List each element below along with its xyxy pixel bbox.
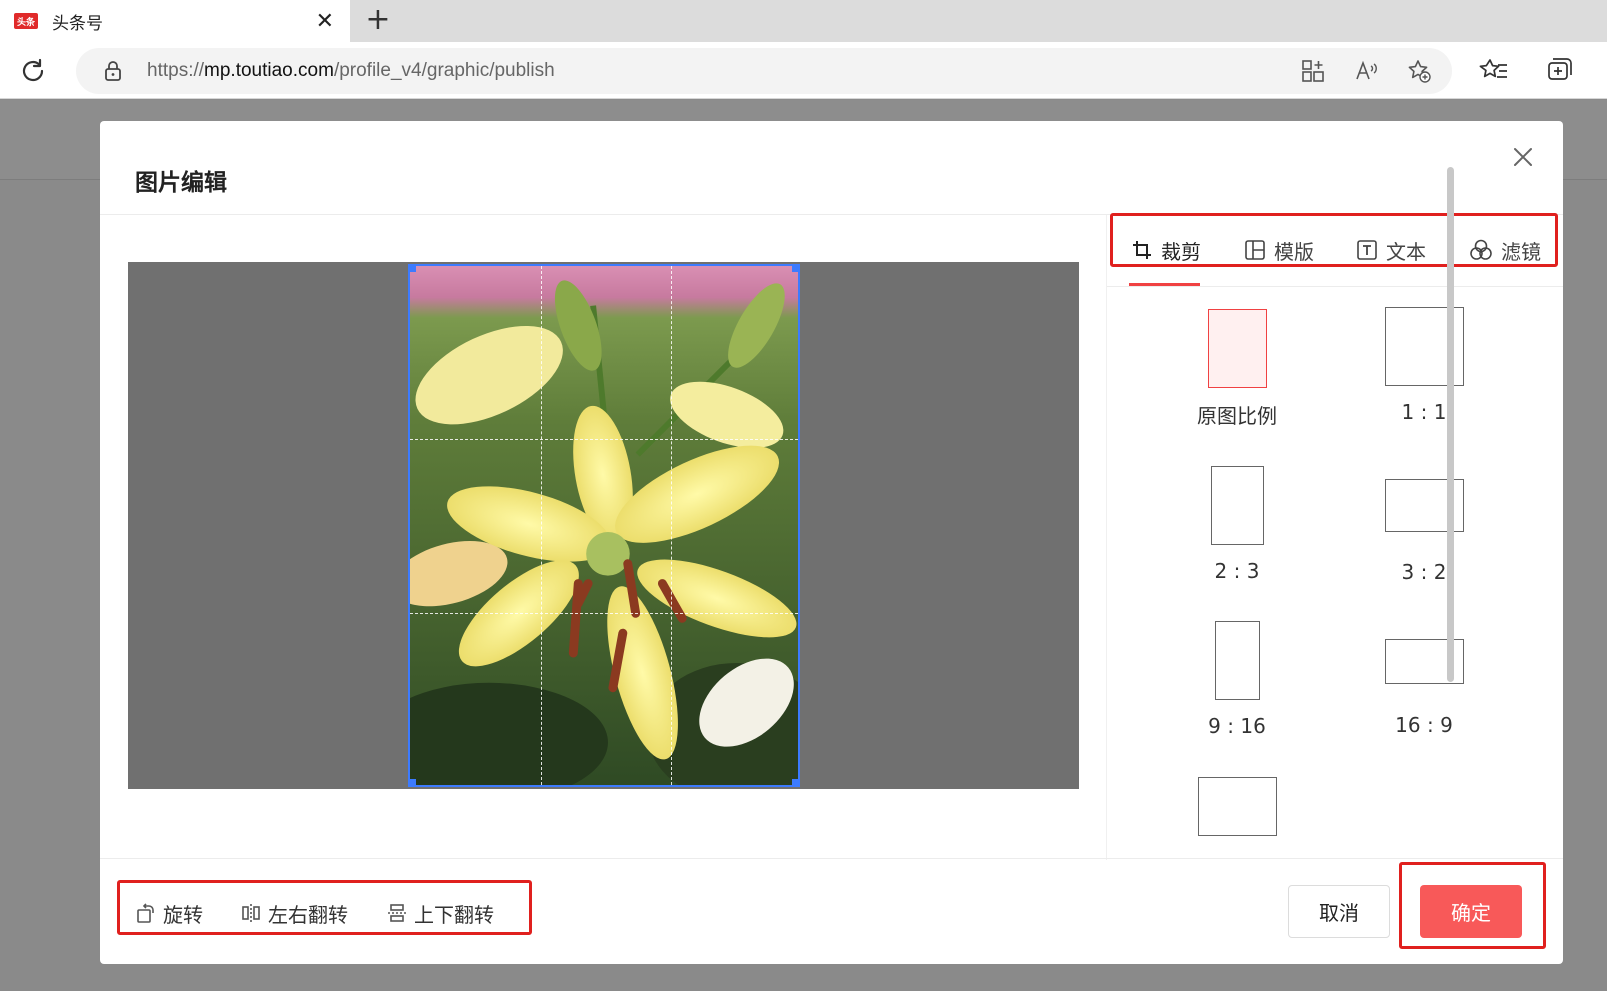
rotate-button[interactable]: 旋转 [135,898,203,928]
ratio-label: 2 : 3 [1214,559,1260,583]
url-text[interactable]: https://mp.toutiao.com/profile_v4/graphi… [147,60,555,82]
tab-title: 头条号 [52,13,103,34]
browser-toolbar: https://mp.toutiao.com/profile_v4/graphi… [0,42,1607,99]
crop-frame[interactable] [408,264,800,787]
tab-crop[interactable]: 裁剪 [1131,235,1201,265]
ratio-1-1[interactable]: 1 : 1 [1344,307,1504,424]
ratio-2-3[interactable]: 2 : 3 [1157,466,1317,583]
url-host: mp.toutiao.com [204,60,334,81]
crop-ratio-list: 原图比例 1 : 1 2 : 3 3 : 2 9 : 16 16 : 9 [1107,288,1547,860]
active-tab-indicator [1129,283,1200,286]
crop-grid-line [410,613,798,614]
lock-icon[interactable] [102,60,124,82]
flip-horizontal-icon [242,904,260,922]
crop-grid-line [410,439,798,440]
ratio-original[interactable]: 原图比例 [1157,309,1317,429]
add-favorite-icon[interactable] [1406,58,1432,84]
text-icon [1357,240,1377,260]
tab-label: 滤镜 [1501,239,1541,264]
tab-label: 模版 [1274,239,1314,264]
browser-tab[interactable]: 头条 头条号 ✕ [0,0,350,42]
reload-icon[interactable] [18,56,48,86]
ratio-preview [1210,466,1264,545]
tool-label: 旋转 [163,902,203,927]
tab-template[interactable]: 模版 [1244,235,1314,265]
edit-tabs: 裁剪 模版 文本 滤镜 [1107,215,1563,287]
ratio-16-9[interactable]: 16 : 9 [1344,639,1504,737]
confirm-button[interactable]: 确定 [1420,885,1522,938]
close-icon[interactable] [1511,145,1535,169]
ratio-preview [1207,309,1267,388]
tab-label: 裁剪 [1161,239,1201,264]
new-tab-icon[interactable]: + [360,2,396,38]
tab-text[interactable]: 文本 [1356,235,1426,265]
tab-close-icon[interactable]: ✕ [316,9,334,34]
tab-label: 文本 [1386,239,1426,264]
flip-horizontal-button[interactable]: 左右翻转 [240,898,348,928]
collections-icon[interactable] [1543,55,1573,85]
address-bar[interactable]: https://mp.toutiao.com/profile_v4/graphi… [76,48,1452,94]
tab-filter[interactable]: 滤镜 [1469,235,1541,265]
ratio-label: 16 : 9 [1395,713,1453,737]
ratio-label: 1 : 1 [1401,400,1447,424]
lily-photo [410,266,798,785]
read-aloud-icon[interactable] [1354,58,1380,84]
crop-icon [1133,241,1151,259]
crop-handle[interactable] [792,779,798,785]
browser-tab-strip: 头条 头条号 ✕ + [0,0,1607,42]
ratio-more[interactable] [1157,777,1317,848]
rotate-icon [137,903,154,923]
flip-vertical-icon [388,904,406,922]
panel-scrollbar[interactable] [1447,167,1454,682]
edit-panel: 裁剪 模版 文本 滤镜 原图比例 1: 1 2: 3 3: 2 9: 1… [1106,215,1563,860]
ratio-preview [1197,777,1277,836]
crop-grid-line [541,266,542,785]
ratio-label: 原图比例 [1197,404,1277,428]
crop-handle[interactable] [410,779,416,785]
modal-title: 图片编辑 [135,170,227,196]
footer-divider [100,858,1563,859]
image-canvas[interactable] [128,262,1079,789]
ratio-label: 3 : 2 [1401,560,1447,584]
url-prefix: https:// [147,60,205,81]
toutiao-favicon: 头条 [14,13,38,29]
filter-icon [1470,239,1492,260]
favorites-icon[interactable] [1479,55,1509,85]
crop-handle[interactable] [792,266,798,272]
template-icon [1245,240,1265,260]
cancel-button[interactable]: 取消 [1288,885,1390,938]
flip-vertical-button[interactable]: 上下翻转 [386,898,494,928]
ratio-label: 9 : 16 [1208,714,1266,738]
image-edit-modal: 图片编辑 裁剪 模版 文本 滤镜 原图比例 1: 1 2: 3 3: 2 … [100,121,1563,964]
tool-label: 上下翻转 [414,902,494,927]
url-path: /profile_v4/graphic/publish [333,60,555,81]
ratio-9-16[interactable]: 9 : 16 [1157,621,1317,738]
crop-grid-line [671,266,672,785]
apps-icon[interactable] [1300,58,1326,84]
tool-label: 左右翻转 [268,902,348,927]
ratio-preview [1214,621,1260,700]
crop-handle[interactable] [410,266,416,272]
ratio-3-2[interactable]: 3 : 2 [1344,479,1504,584]
